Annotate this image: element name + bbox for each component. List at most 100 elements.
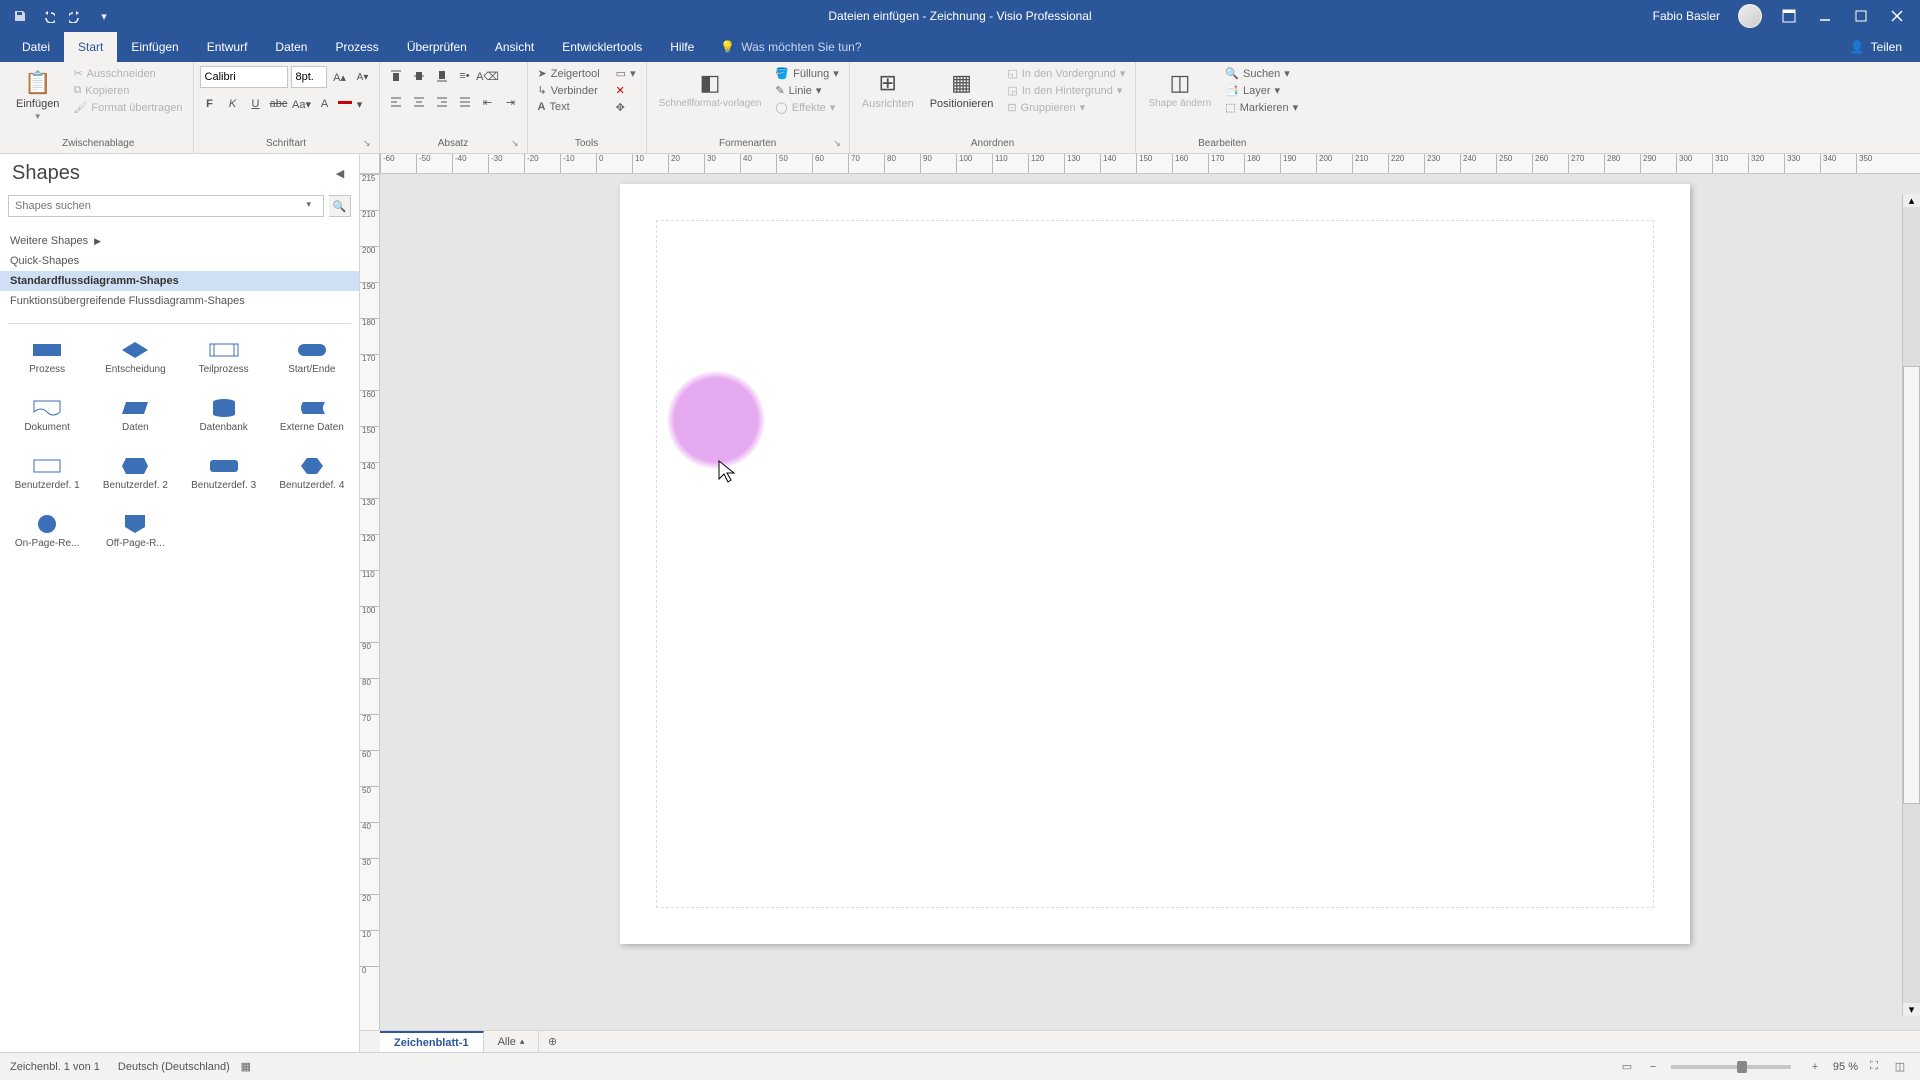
position-button[interactable]: ▦ Positionieren xyxy=(924,66,1000,114)
align-top-icon[interactable] xyxy=(386,66,406,86)
shape-circle[interactable]: On-Page-Re... xyxy=(4,510,90,564)
increase-indent-icon[interactable]: ⇥ xyxy=(501,92,521,112)
shape-custom2[interactable]: Benutzerdef. 2 xyxy=(92,452,178,506)
scroll-up-icon[interactable]: ▴ xyxy=(1903,194,1920,207)
send-back-button[interactable]: ◲In den Hintergrund ▾ xyxy=(1003,83,1129,98)
shape-subprocess[interactable]: Teilprozess xyxy=(181,336,267,390)
menu-tab-entwurf[interactable]: Entwurf xyxy=(193,32,262,62)
bold-icon[interactable]: F xyxy=(200,94,220,114)
presentation-mode-icon[interactable]: ▭ xyxy=(1617,1057,1637,1077)
paragraph-dialog-launcher-icon[interactable]: ↘ xyxy=(511,138,519,149)
pan-zoom-window-icon[interactable]: ◫ xyxy=(1890,1057,1910,1077)
italic-icon[interactable]: K xyxy=(223,94,243,114)
macro-record-icon[interactable]: ▦ xyxy=(236,1057,256,1077)
shape-custom1[interactable]: Benutzerdef. 1 xyxy=(4,452,90,506)
ribbon-display-options-icon[interactable] xyxy=(1780,7,1798,25)
canvas-viewport[interactable] xyxy=(380,174,1920,1034)
language-indicator[interactable]: Deutsch (Deutschland) xyxy=(118,1061,230,1073)
shapestyles-dialog-launcher-icon[interactable]: ↘ xyxy=(833,138,841,149)
cut-button[interactable]: ✂Ausschneiden xyxy=(69,66,186,81)
scroll-down-icon[interactable]: ▾ xyxy=(1903,1003,1920,1016)
shrink-font-icon[interactable]: A▾ xyxy=(353,67,373,87)
shape-terminator[interactable]: Start/Ende xyxy=(269,336,355,390)
shapes-search-button[interactable]: 🔍 xyxy=(329,195,351,217)
zoom-level[interactable]: 95 % xyxy=(1833,1061,1858,1073)
font-color-dropdown-icon[interactable]: ▾ xyxy=(355,94,365,114)
line-button[interactable]: ✎Linie ▾ xyxy=(771,83,842,98)
format-painter-button[interactable]: 🖌Format übertragen xyxy=(69,100,186,115)
stencil-item[interactable]: Funktionsübergreifende Flussdiagramm-Sha… xyxy=(0,291,359,311)
connector-tool-button[interactable]: ↳Verbinder xyxy=(534,83,604,98)
save-icon[interactable] xyxy=(12,8,28,24)
delete-connector-button[interactable]: ✕ xyxy=(612,83,640,98)
underline-icon[interactable]: U xyxy=(246,94,266,114)
zoom-slider[interactable] xyxy=(1671,1065,1791,1069)
page-indicator[interactable]: Zeichenbl. 1 von 1 xyxy=(10,1061,100,1073)
shape-rect[interactable]: Prozess xyxy=(4,336,90,390)
menu-tab-entwicklertools[interactable]: Entwicklertools xyxy=(548,32,656,62)
justify-icon[interactable] xyxy=(455,92,475,112)
font-color-icon[interactable]: A xyxy=(315,94,335,114)
menu-tab-hilfe[interactable]: Hilfe xyxy=(656,32,708,62)
stencil-item[interactable]: Standardflussdiagramm-Shapes xyxy=(0,271,359,291)
vertical-scrollbar[interactable]: ▴ ▾ xyxy=(1902,194,1920,1016)
layer-button[interactable]: 📑Layer ▾ xyxy=(1221,83,1302,98)
fit-page-icon[interactable]: ⛶ xyxy=(1864,1057,1884,1077)
shape-custom4[interactable]: Benutzerdef. 4 xyxy=(269,452,355,506)
change-shape-button[interactable]: ◫ Shape ändern xyxy=(1142,66,1217,113)
align-center-icon[interactable] xyxy=(409,92,429,112)
find-button[interactable]: 🔍Suchen ▾ xyxy=(1221,66,1302,81)
menu-tab-überprüfen[interactable]: Überprüfen xyxy=(393,32,481,62)
copy-button[interactable]: ⧉Kopieren xyxy=(69,83,186,98)
strikethrough-icon[interactable]: abc xyxy=(269,94,289,114)
quick-shapes-item[interactable]: Quick-Shapes xyxy=(0,251,359,271)
maximize-icon[interactable] xyxy=(1852,7,1870,25)
shape-diamond[interactable]: Entscheidung xyxy=(92,336,178,390)
align-right-icon[interactable] xyxy=(432,92,452,112)
text-tool-button[interactable]: AText xyxy=(534,100,604,114)
group-button[interactable]: ⊡Gruppieren ▾ xyxy=(1003,100,1129,115)
paste-button[interactable]: 📋 Einfügen ▼ xyxy=(10,66,65,125)
menu-file[interactable]: Datei xyxy=(8,32,64,62)
font-name-combo[interactable] xyxy=(200,66,288,88)
font-dialog-launcher-icon[interactable]: ↘ xyxy=(363,138,371,149)
close-icon[interactable] xyxy=(1888,7,1906,25)
shape-document[interactable]: Dokument xyxy=(4,394,90,448)
quick-styles-button[interactable]: ◧ Schnellformat-vorlagen xyxy=(653,66,768,113)
bring-front-button[interactable]: ◱In den Vordergrund ▾ xyxy=(1003,66,1129,81)
shapes-search-dropdown-icon[interactable]: ▾ xyxy=(306,199,311,221)
align-left-icon[interactable] xyxy=(386,92,406,112)
shape-custom3[interactable]: Benutzerdef. 3 xyxy=(181,452,267,506)
effects-button[interactable]: ◯Effekte ▾ xyxy=(771,100,842,115)
collapse-panel-icon[interactable]: ◀ xyxy=(331,165,349,183)
clear-formatting-icon[interactable]: A⌫ xyxy=(478,66,498,86)
tell-me-input[interactable] xyxy=(741,40,941,54)
fill-button[interactable]: 🪣Füllung ▾ xyxy=(771,66,842,81)
more-shapes-item[interactable]: Weitere Shapes▶ xyxy=(0,231,359,251)
vscroll-thumb[interactable] xyxy=(1903,366,1920,804)
drawing-page[interactable] xyxy=(620,184,1690,944)
menu-tab-einfügen[interactable]: Einfügen xyxy=(117,32,192,62)
zoom-in-icon[interactable]: + xyxy=(1805,1057,1825,1077)
tell-me-search[interactable]: 💡 xyxy=(720,32,941,62)
menu-tab-start[interactable]: Start xyxy=(64,32,117,62)
menu-tab-daten[interactable]: Daten xyxy=(261,32,321,62)
align-bottom-icon[interactable] xyxy=(432,66,452,86)
font-size-combo[interactable] xyxy=(291,66,327,88)
grow-font-icon[interactable]: A▴ xyxy=(330,67,350,87)
change-case-icon[interactable]: Aa▾ xyxy=(292,94,312,114)
share-button[interactable]: 👤 Teilen xyxy=(1832,32,1920,62)
align-button[interactable]: ⊞ Ausrichten xyxy=(856,66,920,114)
select-button[interactable]: ⬚Markieren ▾ xyxy=(1221,100,1302,115)
shapes-search-input[interactable] xyxy=(8,195,324,217)
shape-parallelogram[interactable]: Daten xyxy=(92,394,178,448)
align-middle-icon[interactable] xyxy=(409,66,429,86)
redo-icon[interactable] xyxy=(68,8,84,24)
rectangle-tool-button[interactable]: ▭▾ xyxy=(612,66,640,81)
minimize-icon[interactable] xyxy=(1816,7,1834,25)
pointer-tool-button[interactable]: ➤Zeigertool xyxy=(534,66,604,81)
sheet-tab-primary[interactable]: Zeichenblatt-1 xyxy=(380,1031,484,1052)
decrease-indent-icon[interactable]: ⇤ xyxy=(478,92,498,112)
zoom-out-icon[interactable]: − xyxy=(1643,1057,1663,1077)
menu-tab-prozess[interactable]: Prozess xyxy=(321,32,392,62)
